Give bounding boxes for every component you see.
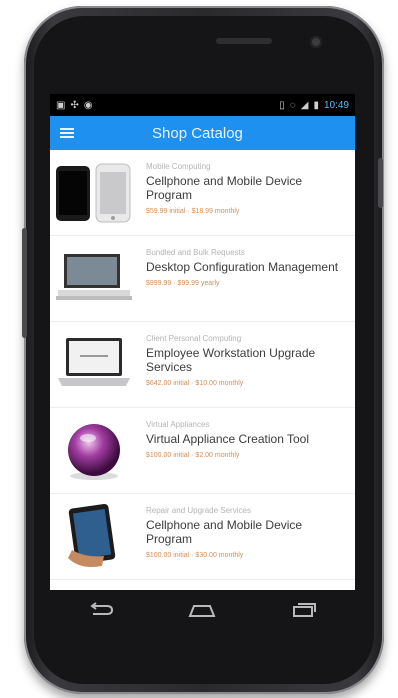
item-title: Cellphone and Mobile Device Program — [146, 518, 303, 546]
menu-button[interactable] — [50, 116, 84, 150]
battery-icon: ▮ — [313, 99, 319, 111]
smartphones-image — [50, 150, 146, 235]
item-category: Client Personal Computing — [146, 334, 242, 343]
list-item[interactable]: Client Personal Computing Employee Works… — [50, 322, 355, 408]
item-price: $999.99 · $99.99 yearly — [146, 280, 220, 287]
alarm-icon: ◌ — [289, 99, 296, 111]
desktop-image — [50, 236, 146, 321]
item-category: Repair and Upgrade Services — [146, 506, 251, 515]
power-button — [378, 158, 383, 208]
item-price: $100.00 initial · $30.00 monthly — [146, 552, 244, 559]
sphere-image — [50, 408, 146, 493]
item-price: $59.99 initial · $18.99 monthly — [146, 208, 240, 215]
item-price: $642.00 initial · $10.00 monthly — [146, 380, 244, 387]
home-icon — [189, 605, 216, 617]
home-button[interactable] — [182, 598, 222, 622]
app-bar: Shop Catalog — [50, 116, 355, 150]
laptop-image — [50, 322, 146, 407]
item-title: Employee Workstation Upgrade Services — [146, 346, 316, 374]
hamburger-icon — [60, 128, 74, 138]
list-item[interactable]: Bundled and Bulk Requests Desktop Config… — [50, 236, 355, 322]
vibrate-icon: ▯ — [279, 99, 285, 111]
page-title: Shop Catalog — [152, 124, 243, 142]
item-category: Bundled and Bulk Requests — [146, 248, 245, 257]
volume-button — [22, 228, 27, 338]
back-button[interactable] — [81, 598, 121, 622]
earpiece-speaker — [216, 38, 272, 44]
back-icon — [90, 602, 113, 615]
recent-apps-icon — [293, 603, 317, 617]
recent-apps-button[interactable] — [284, 598, 324, 622]
item-title: Virtual Appliance Creation Tool — [146, 432, 309, 446]
list-item[interactable]: Virtual Appliances Virtual Appliance Cre… — [50, 408, 355, 494]
list-item[interactable]: Mobile Computing Cellphone and Mobile De… — [50, 150, 355, 236]
list-item[interactable]: Repair and Upgrade Services Cellphone an… — [50, 494, 355, 580]
image-icon: ▣ — [56, 99, 66, 111]
status-bar: ▣ ✣ ◉ ▯ ◌ ◢ ▮ 10:49 — [50, 94, 355, 116]
tablet-image — [50, 494, 146, 579]
android-icon: ◉ — [83, 99, 93, 111]
usb-icon: ✣ — [70, 99, 79, 111]
catalog-list[interactable]: Mobile Computing Cellphone and Mobile De… — [50, 150, 355, 590]
item-title: Desktop Configuration Management — [146, 260, 339, 274]
item-title: Cellphone and Mobile Device Program — [146, 174, 303, 202]
navigation-bar — [50, 590, 355, 630]
item-category: Virtual Appliances — [146, 420, 210, 429]
item-category: Mobile Computing — [146, 162, 211, 171]
item-price: $100.00 initial · $2.00 monthly — [146, 452, 240, 459]
status-time: 10:49 — [323, 99, 349, 111]
front-camera — [310, 36, 322, 48]
signal-icon: ◢ — [300, 99, 309, 111]
